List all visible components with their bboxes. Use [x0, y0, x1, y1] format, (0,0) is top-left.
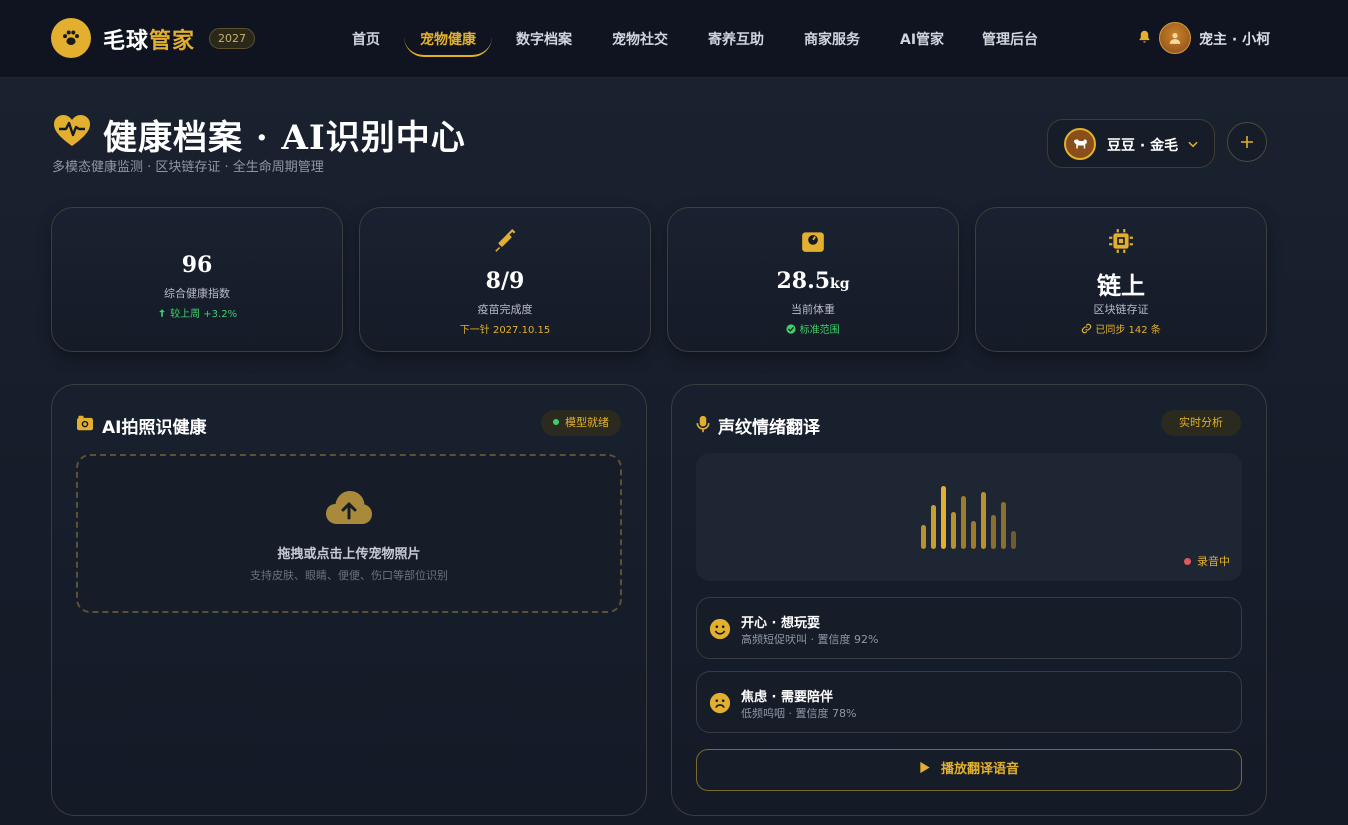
paw-logo-icon[interactable] [51, 18, 91, 58]
stat-card-vaccine[interactable]: 8/9 疫苗完成度 下一针 2027.10.15 [359, 207, 651, 352]
nav-item-ai-butler[interactable]: AI管家 [900, 29, 944, 49]
microphone-icon [696, 415, 710, 437]
sad-face-icon [709, 692, 731, 718]
waveform-bar [981, 492, 986, 549]
status-dot [553, 419, 559, 425]
stat-card-weight[interactable]: 28.5kg 当前体重 标准范围 [667, 207, 959, 352]
page-title: 健康档案 · AI识别中心 [103, 118, 466, 158]
stat-sub: 标准范围 [668, 321, 958, 336]
syringe-icon [492, 228, 518, 258]
stat-card-blockchain[interactable]: 链上 区块链存证 已同步 142 条 [975, 207, 1267, 352]
page-subtitle: 多模态健康监测 · 区块链存证 · 全生命周期管理 [52, 160, 324, 175]
heart-pulse-icon [53, 114, 91, 152]
happy-face-icon [709, 618, 731, 644]
pet-name: 豆豆 · 金毛 [1107, 138, 1179, 154]
nav-item-digital-records[interactable]: 数字档案 [516, 29, 572, 49]
stat-label: 疫苗完成度 [477, 303, 533, 316]
emotion-detail: 高频短促吠叫 · 置信度 92% [741, 633, 879, 646]
pet-selector[interactable]: 豆豆 · 金毛 [1047, 119, 1215, 168]
waveform-bar [941, 486, 946, 549]
stat-label: 当前体重 [791, 303, 835, 316]
user-name[interactable]: 宠主 · 小柯 [1199, 29, 1270, 49]
dog-icon [1064, 128, 1096, 160]
plus-icon [1241, 136, 1253, 148]
arrow-up-icon [159, 309, 165, 317]
panel-title: AI拍照识健康 [102, 418, 207, 438]
waveform-bar [1001, 502, 1006, 549]
realtime-badge: 实时分析 [1161, 410, 1241, 436]
recording-dot [1184, 557, 1191, 565]
stat-value: 96 [181, 252, 213, 278]
stat-trend: 较上周 +3.2% [52, 305, 342, 320]
user-avatar[interactable] [1159, 22, 1191, 54]
waveform-bar [951, 512, 956, 549]
stat-value: 8/9 [485, 268, 525, 294]
dropzone-instruction: 拖拽或点击上传宠物照片 [277, 547, 421, 562]
stat-label: 综合健康指数 [164, 287, 230, 300]
recording-indicator: 录音中 [1184, 553, 1230, 569]
waveform-bar [921, 525, 926, 549]
camera-icon [76, 415, 94, 435]
emotion-result-item[interactable]: 开心 · 想玩耍 高频短促吠叫 · 置信度 92% [696, 597, 1242, 659]
nav-item-merchant[interactable]: 商家服务 [804, 29, 860, 49]
dropzone-hint: 支持皮肤、眼睛、便便、伤口等部位识别 [250, 569, 448, 582]
weight-scale-icon [800, 228, 826, 258]
nav-item-admin[interactable]: 管理后台 [982, 29, 1038, 49]
voice-emotion-panel: 声纹情绪翻译 实时分析 录音中 开心 · 想玩耍 高频短促吠叫 · 置信度 92… [671, 384, 1267, 816]
panel-title: 声纹情绪翻译 [718, 418, 820, 438]
nav-item-pet-social[interactable]: 宠物社交 [612, 29, 668, 49]
chevron-down-icon [1186, 136, 1200, 155]
year-badge: 2027 [209, 28, 255, 49]
nav-item-home[interactable]: 首页 [352, 29, 380, 49]
waveform-bar [961, 496, 966, 549]
top-nav: 毛球管家 2027 首页 宠物健康 数字档案 宠物社交 寄养互助 商家服务 AI… [0, 0, 1348, 78]
stat-sub: 下一针 2027.10.15 [459, 325, 551, 336]
waveform-bar [991, 515, 996, 549]
stat-value: 链上 [1097, 271, 1145, 300]
stat-label: 区块链存证 [1093, 303, 1149, 316]
stat-value: 28.5kg [776, 268, 850, 294]
add-pet-button[interactable] [1227, 122, 1267, 162]
waveform-bar [1011, 531, 1016, 549]
link-icon [1081, 323, 1092, 334]
nav-item-pet-health[interactable]: 宠物健康 [420, 29, 476, 49]
photo-dropzone[interactable]: 拖拽或点击上传宠物照片 支持皮肤、眼睛、便便、伤口等部位识别 [76, 454, 622, 613]
stat-card-health-index[interactable]: 96 综合健康指数 较上周 +3.2% [51, 207, 343, 352]
emotion-detail: 低频呜咽 · 置信度 78% [741, 707, 857, 720]
brand-name-part1: 毛球 [103, 29, 150, 54]
nav-item-boarding[interactable]: 寄养互助 [708, 29, 764, 49]
model-status-badge: 模型就绪 [541, 410, 621, 436]
emotion-title: 开心 · 想玩耍 [741, 616, 820, 631]
user-icon [1169, 33, 1181, 44]
cloud-upload-icon [325, 490, 373, 530]
check-circle-icon [786, 324, 796, 334]
emotion-result-item[interactable]: 焦虑 · 需要陪伴 低频呜咽 · 置信度 78% [696, 671, 1242, 733]
brand-name[interactable]: 毛球管家 [103, 23, 195, 55]
bell-icon[interactable] [1137, 29, 1152, 49]
brand-name-part2: 管家 [149, 29, 196, 54]
waveform-bar [971, 521, 976, 549]
chip-icon [1108, 228, 1134, 258]
waveform-bar [931, 505, 936, 549]
play-icon [920, 761, 930, 774]
play-translation-button[interactable]: 播放翻译语音 [696, 749, 1242, 791]
emotion-title: 焦虑 · 需要陪伴 [741, 690, 833, 705]
stat-sub: 已同步 142 条 [976, 321, 1266, 336]
ai-photo-panel: AI拍照识健康 模型就绪 拖拽或点击上传宠物照片 支持皮肤、眼睛、便便、伤口等部… [51, 384, 647, 816]
waveform-display: 录音中 [696, 453, 1242, 581]
